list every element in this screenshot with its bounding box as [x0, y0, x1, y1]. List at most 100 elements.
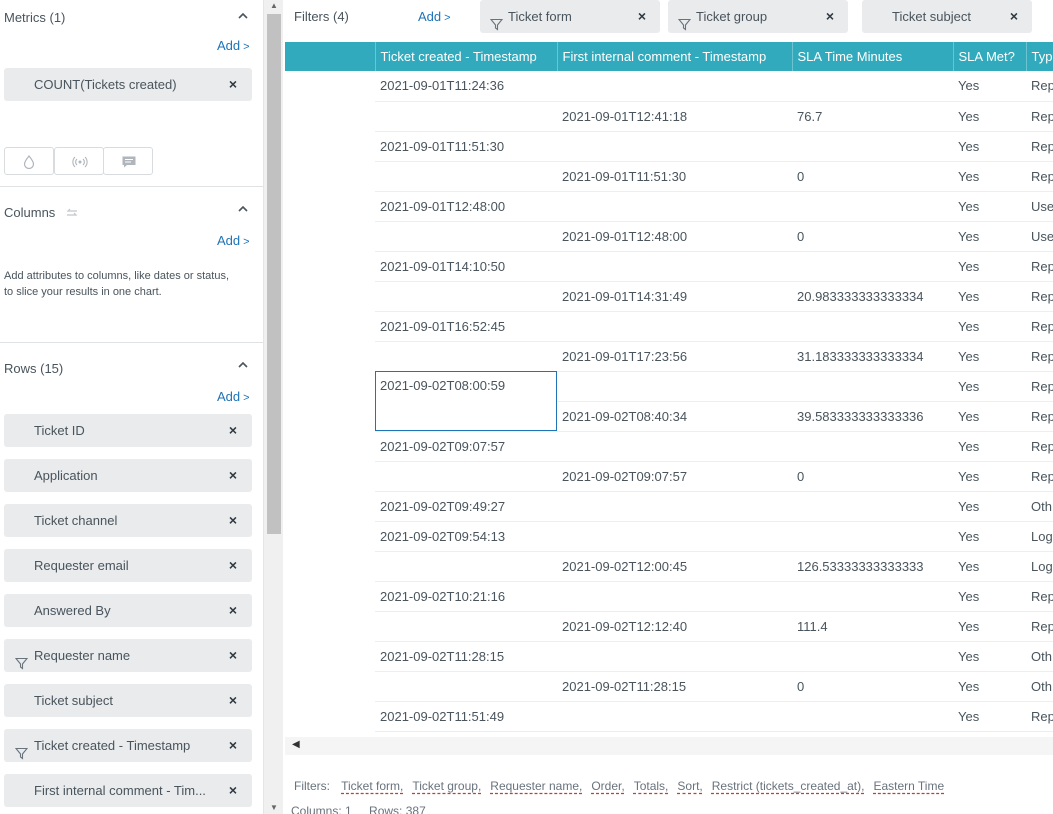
remove-row-icon[interactable]: × [229, 594, 237, 627]
add-row-button[interactable]: Add > [217, 389, 250, 404]
table-cell[interactable]: Yes [953, 701, 1026, 732]
table-cell[interactable] [557, 521, 792, 552]
table-cell[interactable] [285, 401, 375, 431]
table-cell[interactable]: 2021-09-02T10:21:16 [375, 581, 557, 612]
scrollbar-thumb[interactable] [267, 14, 281, 534]
broadcast-button[interactable] [54, 147, 104, 175]
table-cell[interactable]: 111.4 [792, 611, 953, 642]
table-cell[interactable] [792, 131, 953, 162]
table-cell[interactable]: Use [1026, 191, 1053, 222]
swap-icon[interactable] [64, 206, 80, 220]
table-cell[interactable]: Yes [953, 131, 1026, 162]
collapse-rows-icon[interactable] [238, 360, 248, 370]
table-cell[interactable] [285, 701, 375, 731]
table-row[interactable]: 2021-09-02T11:28:15 Yes Oth [285, 641, 1053, 672]
row-pill[interactable]: Ticket subject × [4, 684, 252, 717]
table-cell[interactable] [285, 101, 375, 131]
remove-row-icon[interactable]: × [229, 414, 237, 447]
remove-row-icon[interactable]: × [229, 729, 237, 762]
table-cell[interactable]: Yes [953, 221, 1026, 252]
column-header[interactable]: Ticket created - Timestamp [375, 42, 558, 71]
table-cell[interactable]: 2021-09-02T09:49:27 [375, 491, 557, 522]
row-pill[interactable]: First internal comment - Tim... × [4, 774, 252, 807]
table-cell[interactable]: Yes [953, 161, 1026, 192]
table-cell[interactable]: Rep [1026, 131, 1053, 162]
table-cell[interactable] [792, 581, 953, 612]
table-cell[interactable]: Rep [1026, 611, 1053, 642]
table-cell[interactable] [285, 431, 375, 461]
footer-link[interactable]: Order, [591, 779, 624, 793]
table-cell[interactable]: 0 [792, 461, 953, 492]
remove-filter-icon[interactable]: × [826, 0, 834, 33]
table-horizontal-scrollbar[interactable]: ◀ [285, 737, 1053, 755]
table-cell[interactable] [285, 671, 375, 701]
color-button[interactable] [4, 147, 54, 175]
table-cell[interactable]: 2021-09-02T08:00:59 [375, 371, 557, 432]
table-row[interactable]: 2021-09-02T09:07:57 0 Yes Rep [285, 461, 1053, 492]
table-cell[interactable] [375, 341, 557, 372]
table-cell[interactable]: 2021-09-01T12:48:00 [375, 191, 557, 222]
table-cell[interactable]: 2021-09-01T12:48:00 [557, 221, 792, 252]
table-row[interactable]: 2021-09-02T09:54:13 Yes Log [285, 521, 1053, 552]
table-row[interactable]: 2021-09-01T11:24:36 Yes Rep [285, 71, 1053, 102]
filter-pill[interactable]: Ticket group × [668, 0, 848, 33]
table-cell[interactable]: Rep [1026, 251, 1053, 282]
table-cell[interactable] [375, 461, 557, 492]
table-cell[interactable] [285, 491, 375, 521]
table-cell[interactable] [557, 431, 792, 462]
table-row[interactable]: 2021-09-01T12:48:00 Yes Use [285, 191, 1053, 222]
add-column-button[interactable]: Add > [217, 233, 250, 248]
table-cell[interactable]: Yes [953, 611, 1026, 642]
scroll-up-icon[interactable]: ▲ [270, 1, 278, 10]
table-cell[interactable] [557, 191, 792, 222]
table-cell[interactable]: Rep [1026, 701, 1053, 732]
table-cell[interactable]: 2021-09-02T09:07:57 [375, 431, 557, 462]
footer-link[interactable]: Ticket form, [341, 779, 403, 793]
table-cell[interactable]: Yes [953, 641, 1026, 672]
table-cell[interactable] [285, 281, 375, 311]
table-cell[interactable] [792, 71, 953, 102]
remove-filter-icon[interactable]: × [1010, 0, 1018, 33]
table-cell[interactable] [792, 371, 953, 402]
row-pill[interactable]: Application × [4, 459, 252, 492]
table-cell[interactable] [792, 431, 953, 462]
table-cell[interactable] [285, 131, 375, 161]
table-row[interactable]: 2021-09-01T14:10:50 Yes Rep [285, 251, 1053, 282]
remove-row-icon[interactable]: × [229, 774, 237, 807]
table-cell[interactable] [375, 161, 557, 192]
table-cell[interactable]: Oth [1026, 641, 1053, 672]
table-cell[interactable] [285, 161, 375, 191]
table-cell[interactable]: Rep [1026, 401, 1053, 432]
remove-row-icon[interactable]: × [229, 459, 237, 492]
table-row[interactable]: 2021-09-02T12:12:40 111.4 Yes Rep [285, 611, 1053, 642]
row-pill[interactable]: Ticket created - Timestamp × [4, 729, 252, 762]
table-cell[interactable] [285, 191, 375, 221]
row-pill[interactable]: Requester name × [4, 639, 252, 672]
row-pill[interactable]: Ticket channel × [4, 504, 252, 537]
table-cell[interactable]: Yes [953, 311, 1026, 342]
table-cell[interactable]: 0 [792, 671, 953, 702]
table-cell[interactable] [285, 71, 375, 101]
table-cell[interactable] [375, 101, 557, 132]
table-cell[interactable]: Yes [953, 551, 1026, 582]
table-cell[interactable]: Yes [953, 251, 1026, 282]
table-cell[interactable]: Yes [953, 671, 1026, 702]
table-row[interactable]: 2021-09-02T09:07:57 Yes Rep [285, 431, 1053, 462]
column-header[interactable]: SLA Met? [953, 42, 1027, 71]
table-cell[interactable] [557, 251, 792, 282]
filter-pill[interactable]: Ticket subject × [862, 0, 1032, 33]
table-cell[interactable]: Use [1026, 221, 1053, 252]
remove-row-icon[interactable]: × [229, 549, 237, 582]
table-cell[interactable] [375, 551, 557, 582]
table-cell[interactable]: Oth [1026, 491, 1053, 522]
table-cell[interactable]: 2021-09-01T11:51:30 [557, 161, 792, 192]
row-pill[interactable]: Requester email × [4, 549, 252, 582]
footer-link[interactable]: Eastern Time [873, 779, 944, 793]
table-cell[interactable]: Log [1026, 521, 1053, 552]
table-cell[interactable]: Yes [953, 371, 1026, 402]
table-cell[interactable]: Yes [953, 521, 1026, 552]
table-row[interactable]: 2021-09-02T09:49:27 Yes Oth [285, 491, 1053, 522]
table-cell[interactable] [285, 341, 375, 371]
table-cell[interactable]: Rep [1026, 431, 1053, 462]
row-pill[interactable]: Ticket ID × [4, 414, 252, 447]
